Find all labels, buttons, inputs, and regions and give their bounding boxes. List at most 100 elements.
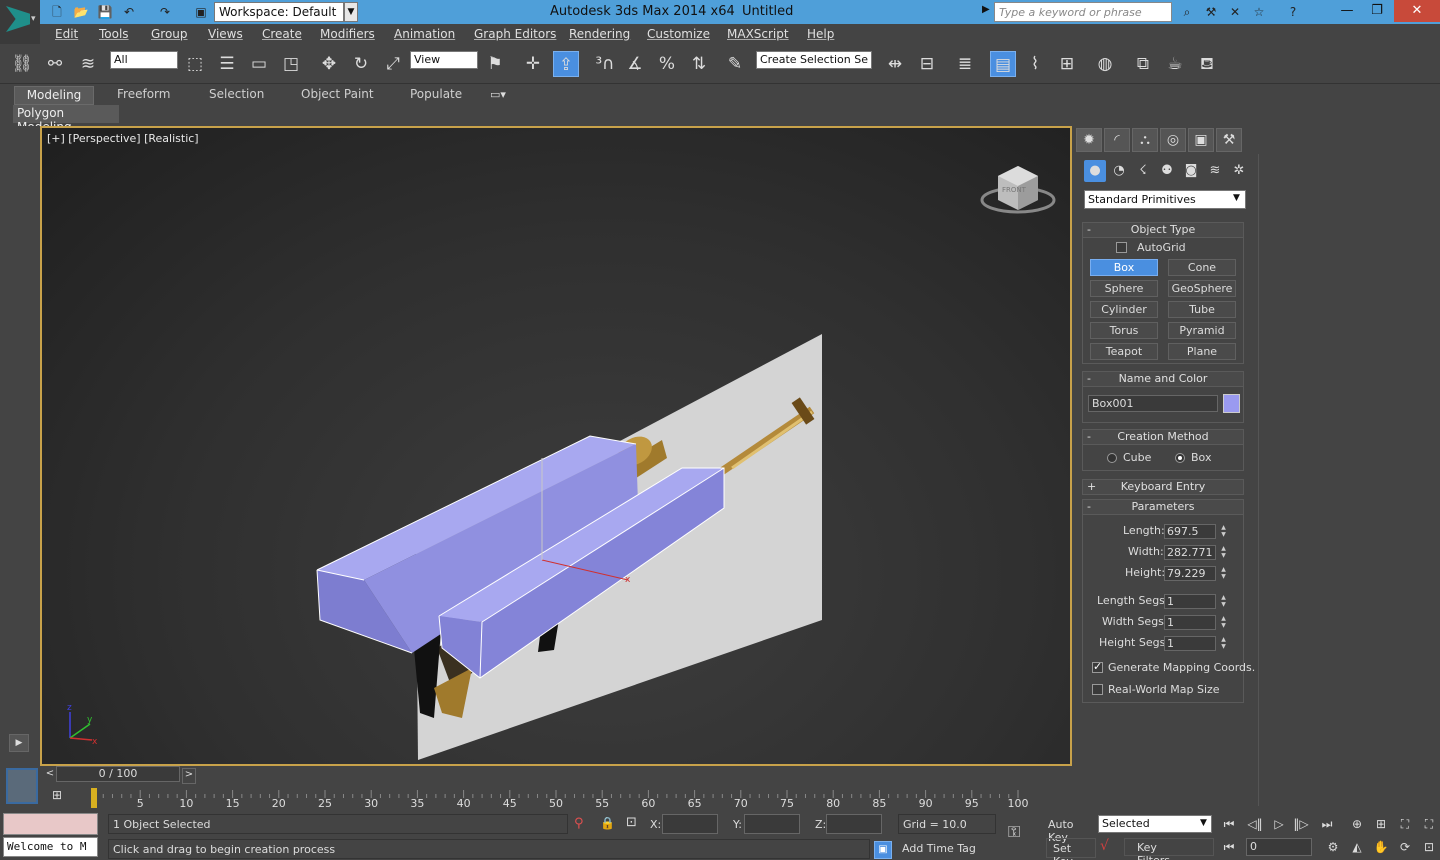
time-slider[interactable]: 0 / 100 bbox=[56, 766, 180, 782]
select-manipulate-icon[interactable]: ✛ bbox=[520, 51, 546, 77]
search-expand-icon[interactable]: ▶ bbox=[982, 4, 990, 15]
torus-button[interactable]: Torus bbox=[1090, 322, 1158, 339]
undo-icon[interactable]: ↶ bbox=[120, 3, 138, 21]
width-spinner[interactable]: ▲ ▼ bbox=[1219, 545, 1228, 560]
systems-icon[interactable]: ✲ bbox=[1228, 160, 1250, 182]
time-configuration-icon[interactable]: ⚙ bbox=[1322, 837, 1344, 857]
add-time-tag[interactable]: Add Time Tag bbox=[898, 839, 996, 859]
select-by-name-icon[interactable]: ☰ bbox=[214, 51, 240, 77]
save-file-icon[interactable]: 💾 bbox=[96, 3, 114, 21]
utilities-tab-icon[interactable]: ⚒ bbox=[1216, 128, 1242, 152]
ribbon-tab-modeling[interactable]: Modeling bbox=[14, 86, 94, 105]
geometry-icon[interactable]: ● bbox=[1084, 160, 1106, 182]
real-world-map-checkbox[interactable] bbox=[1092, 684, 1103, 695]
key-mode-curve-icon[interactable]: √ bbox=[1100, 838, 1109, 854]
go-to-start-icon[interactable]: ⏮ bbox=[1218, 814, 1240, 834]
ribbon-options-icon[interactable]: ▭▾ bbox=[490, 88, 506, 101]
ribbon-tab-selection[interactable]: Selection bbox=[203, 86, 270, 104]
layer-manager-icon[interactable]: ≣ bbox=[952, 51, 978, 77]
menu-customize[interactable]: Customize bbox=[647, 27, 710, 41]
viewport-scene[interactable]: x z y x FRONT bbox=[42, 128, 1070, 764]
binoculars-icon[interactable]: ⌕ bbox=[1178, 3, 1196, 21]
select-object-icon[interactable]: ⬚ bbox=[182, 51, 208, 77]
move-icon[interactable]: ✥ bbox=[316, 51, 342, 77]
create-tab-icon[interactable]: ✹ bbox=[1076, 128, 1102, 152]
track-bar-menu-icon[interactable]: ⊞ bbox=[52, 788, 72, 806]
menu-help[interactable]: Help bbox=[807, 27, 834, 41]
key-selection-set-dropdown[interactable]: Selected bbox=[1098, 815, 1212, 833]
ribbon-panel-polygon-modeling[interactable]: Polygon Modeling bbox=[13, 105, 119, 134]
absolute-mode-icon[interactable]: ⊡ bbox=[626, 815, 637, 830]
box-radio[interactable] bbox=[1175, 453, 1185, 463]
go-to-end-icon[interactable]: ⏭ bbox=[1316, 814, 1338, 834]
object-color-swatch[interactable] bbox=[1223, 394, 1240, 413]
rollout-creation-method-header[interactable]: - Creation Method bbox=[1083, 430, 1243, 445]
open-file-icon[interactable]: 📂 bbox=[72, 3, 90, 21]
align-icon[interactable]: ⊟ bbox=[914, 51, 940, 77]
redo-icon[interactable]: ↷ bbox=[156, 3, 174, 21]
hierarchy-tab-icon[interactable]: ⛬ bbox=[1132, 128, 1158, 152]
maximize-viewport-icon[interactable]: ⊡ bbox=[1418, 837, 1440, 857]
app-menu-button[interactable]: ▾ bbox=[0, 0, 40, 44]
width-segs-input[interactable]: 1 bbox=[1164, 615, 1216, 630]
width-input[interactable]: 282.771 bbox=[1164, 545, 1216, 560]
height-segs-input[interactable]: 1 bbox=[1164, 636, 1216, 651]
cube-radio[interactable] bbox=[1107, 453, 1117, 463]
rotate-icon[interactable]: ↻ bbox=[348, 51, 374, 77]
geosphere-button[interactable]: GeoSphere bbox=[1168, 280, 1236, 297]
current-frame-input[interactable]: 0 bbox=[1246, 838, 1312, 856]
lock-selection-icon[interactable]: 🔒 bbox=[600, 816, 615, 830]
link-icon[interactable]: ⛓ bbox=[9, 51, 35, 77]
object-name-input[interactable]: Box001 bbox=[1088, 395, 1218, 412]
graphite-toolbar-icon[interactable]: ▤ bbox=[990, 51, 1016, 77]
width-segs-spinner[interactable]: ▲ ▼ bbox=[1219, 615, 1228, 630]
orbit-icon[interactable]: ⟳ bbox=[1394, 837, 1416, 857]
teapot-button[interactable]: Teapot bbox=[1090, 343, 1158, 360]
ribbon-tab-freeform[interactable]: Freeform bbox=[111, 86, 176, 104]
rollout-name-and-color-header[interactable]: - Name and Color bbox=[1083, 372, 1243, 387]
length-segs-spinner[interactable]: ▲ ▼ bbox=[1219, 594, 1228, 609]
height-spinner[interactable]: ▲ ▼ bbox=[1219, 566, 1228, 581]
primitive-category-dropdown[interactable]: Standard Primitives bbox=[1084, 190, 1246, 209]
cone-button[interactable]: Cone bbox=[1168, 259, 1236, 276]
menu-tools[interactable]: Tools bbox=[99, 27, 129, 41]
previous-frame-icon[interactable]: ◁‖ bbox=[1244, 814, 1266, 834]
maxscript-listener-bottom[interactable]: Welcome to M bbox=[3, 837, 98, 857]
time-slider-next[interactable]: > bbox=[182, 768, 196, 784]
menu-rendering[interactable]: Rendering bbox=[569, 27, 630, 41]
menu-maxscript[interactable]: MAXScript bbox=[727, 27, 789, 41]
communication-icon[interactable]: ✕ bbox=[1226, 3, 1244, 21]
render-production-icon[interactable]: ⛾ bbox=[1194, 51, 1220, 77]
menu-edit[interactable]: Edit bbox=[55, 27, 78, 41]
keyboard-shortcut-override-icon[interactable]: ⇪ bbox=[553, 51, 579, 77]
zoom-extents-icon[interactable]: ⛶ bbox=[1394, 814, 1416, 834]
favorites-star-icon[interactable]: ☆ bbox=[1250, 3, 1268, 21]
menu-group[interactable]: Group bbox=[151, 27, 188, 41]
subscription-icon[interactable]: ⚒ bbox=[1202, 3, 1220, 21]
zoom-all-icon[interactable]: ⊞ bbox=[1370, 814, 1392, 834]
tube-button[interactable]: Tube bbox=[1168, 301, 1236, 318]
menu-views[interactable]: Views bbox=[208, 27, 243, 41]
project-folder-icon[interactable]: ▣ bbox=[192, 3, 210, 21]
z-coord-input[interactable] bbox=[826, 814, 882, 834]
render-setup-icon[interactable]: ⧉ bbox=[1130, 51, 1156, 77]
rollout-object-type-header[interactable]: - Object Type bbox=[1083, 223, 1243, 238]
rectangle-selection-icon[interactable]: ▭ bbox=[246, 51, 272, 77]
zoom-extents-all-icon[interactable]: ⛶ bbox=[1418, 814, 1440, 834]
ribbon-tab-object-paint[interactable]: Object Paint bbox=[295, 86, 380, 104]
modify-tab-icon[interactable]: ◜ bbox=[1104, 128, 1130, 152]
edit-named-selection-icon[interactable]: ✎ bbox=[722, 51, 748, 77]
shapes-icon[interactable]: ◔ bbox=[1108, 160, 1130, 182]
autogrid-checkbox[interactable] bbox=[1116, 242, 1127, 253]
set-keys-icon[interactable]: ⚿ bbox=[1008, 822, 1020, 842]
time-slider-prev[interactable]: < bbox=[44, 768, 56, 784]
field-of-view-icon[interactable]: ◭ bbox=[1346, 837, 1368, 857]
menu-graph-editors[interactable]: Graph Editors bbox=[474, 27, 556, 41]
pan-view-icon[interactable]: ✋ bbox=[1370, 837, 1392, 857]
rollout-parameters-header[interactable]: - Parameters bbox=[1083, 500, 1243, 515]
new-file-icon[interactable]: 🗋 bbox=[48, 3, 66, 21]
length-segs-input[interactable]: 1 bbox=[1164, 594, 1216, 609]
set-key-button[interactable]: Set Key bbox=[1046, 838, 1096, 860]
height-segs-spinner[interactable]: ▲ ▼ bbox=[1219, 636, 1228, 651]
workspace-dropdown-arrow[interactable]: ▼ bbox=[344, 2, 358, 22]
